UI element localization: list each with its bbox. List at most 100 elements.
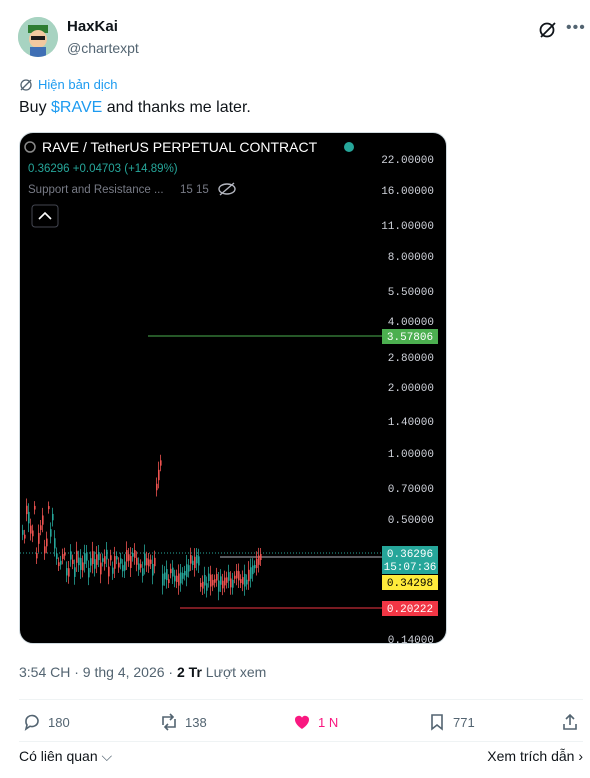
related-label: Có liên quan xyxy=(19,748,98,764)
candle-body xyxy=(106,549,108,560)
candle-body xyxy=(22,530,24,535)
support-label: 0.20222 xyxy=(387,604,433,616)
candle-body xyxy=(28,511,30,524)
avatar[interactable] xyxy=(18,17,58,57)
translate-icon xyxy=(20,78,32,91)
candle-body xyxy=(260,554,262,560)
candle-body xyxy=(180,572,182,584)
candle-body xyxy=(122,565,124,572)
resistance-label: 3.57806 xyxy=(387,332,433,344)
current-price-label: 0.36296 xyxy=(387,549,433,561)
candle-body xyxy=(246,579,248,585)
candle-body xyxy=(94,559,96,569)
candle-body xyxy=(156,483,158,491)
candle-body xyxy=(224,577,226,586)
candle-body xyxy=(196,555,198,564)
candle-body xyxy=(24,534,26,539)
candle-body xyxy=(36,553,38,559)
candle-body xyxy=(208,573,210,581)
candle-body xyxy=(34,505,36,510)
price-axis-tick: 0.14000 xyxy=(388,635,434,644)
candle-body xyxy=(138,563,140,570)
candle-body xyxy=(148,559,150,567)
price-axis-tick: 22.00000 xyxy=(381,155,434,167)
candle-body xyxy=(112,567,114,574)
collapse-button[interactable] xyxy=(31,204,59,228)
candle-body xyxy=(92,551,94,565)
candle-body xyxy=(226,577,228,583)
candle-body xyxy=(108,566,110,577)
repost-button[interactable]: 138 xyxy=(159,712,207,732)
candle-body xyxy=(172,567,174,577)
price-axis-tick: 0.50000 xyxy=(388,515,434,527)
candle-body xyxy=(188,565,190,572)
candle-body xyxy=(160,460,162,466)
candle-body xyxy=(140,564,142,568)
related-link[interactable]: Có liên quan ⌵ xyxy=(19,748,112,765)
candle-body xyxy=(190,555,192,564)
candle-body xyxy=(48,506,50,510)
cashtag-link[interactable]: $RAVE xyxy=(51,99,102,116)
candle-body xyxy=(110,555,112,561)
chart-image[interactable]: RAVE / TetherUS PERPETUAL CONTRACT 0.362… xyxy=(19,132,447,644)
candle-body xyxy=(58,562,60,567)
candle-body xyxy=(152,564,154,576)
candle-body xyxy=(164,572,166,580)
chart-header: RAVE / TetherUS PERPETUAL CONTRACT 0.362… xyxy=(24,139,354,228)
candle-body xyxy=(130,556,132,568)
candle-body xyxy=(128,554,130,561)
candle-body xyxy=(54,538,56,549)
repost-icon xyxy=(162,713,176,731)
candle-body xyxy=(206,583,208,591)
more-icon[interactable]: ••• xyxy=(566,19,586,37)
candle-body xyxy=(70,551,72,560)
candle-body xyxy=(40,525,42,530)
candle-body xyxy=(136,557,138,565)
candle-body xyxy=(170,568,172,574)
grok-icon[interactable] xyxy=(538,20,558,40)
translate-link[interactable]: Hiện bản dịch xyxy=(19,77,118,92)
share-button[interactable] xyxy=(560,712,580,732)
candle-body xyxy=(150,559,152,564)
candle-body xyxy=(216,574,218,581)
candle-body xyxy=(234,575,236,579)
author-handle[interactable]: @chartexpt xyxy=(67,40,139,56)
candle-body xyxy=(256,558,258,568)
chevron-right-icon: › xyxy=(578,748,583,764)
candle-body xyxy=(76,550,78,563)
bookmark-button[interactable]: 771 xyxy=(427,712,475,732)
price-axis-tick: 8.00000 xyxy=(388,252,434,264)
candle-body xyxy=(46,538,48,547)
bookmark-icon xyxy=(431,714,443,731)
candle-body xyxy=(252,565,254,575)
candle-body xyxy=(230,578,232,588)
candle-body xyxy=(232,579,234,588)
candle-body xyxy=(244,573,246,587)
view-count: 2 Tr xyxy=(176,664,202,680)
bookmark-count: 771 xyxy=(453,714,475,730)
candle-body xyxy=(44,546,46,554)
price-axis-tick: 11.00000 xyxy=(381,221,434,233)
divider-top xyxy=(19,699,583,700)
candle-body xyxy=(52,513,54,521)
post-time[interactable]: 3:54 CH · 9 thg 4, 2026 · xyxy=(19,664,177,680)
candle-body xyxy=(38,532,40,544)
author-name[interactable]: HaxKai xyxy=(67,18,118,35)
candle-body xyxy=(222,580,224,589)
price-labels: 3.57806 0.36296 15:07:36 0.34298 0.20222 xyxy=(382,329,438,616)
view-quotes-link[interactable]: Xem trích dẫn › xyxy=(487,748,583,764)
divider-bottom xyxy=(19,741,583,742)
like-button[interactable]: 1 N xyxy=(292,712,338,732)
candle-body xyxy=(210,574,212,587)
price-axis-tick: 2.80000 xyxy=(388,353,434,365)
eye-off-icon[interactable] xyxy=(218,182,236,196)
price-axis-tick: 5.50000 xyxy=(388,287,434,299)
reply-button[interactable]: 180 xyxy=(22,712,70,732)
candle-body xyxy=(124,561,126,571)
reply-icon xyxy=(24,714,39,731)
view-quotes-label: Xem trích dẫn xyxy=(487,748,575,764)
candle-body xyxy=(204,574,206,586)
candle-body xyxy=(96,554,98,565)
candle-body xyxy=(228,572,230,581)
views-label: Lượt xem xyxy=(201,664,267,680)
